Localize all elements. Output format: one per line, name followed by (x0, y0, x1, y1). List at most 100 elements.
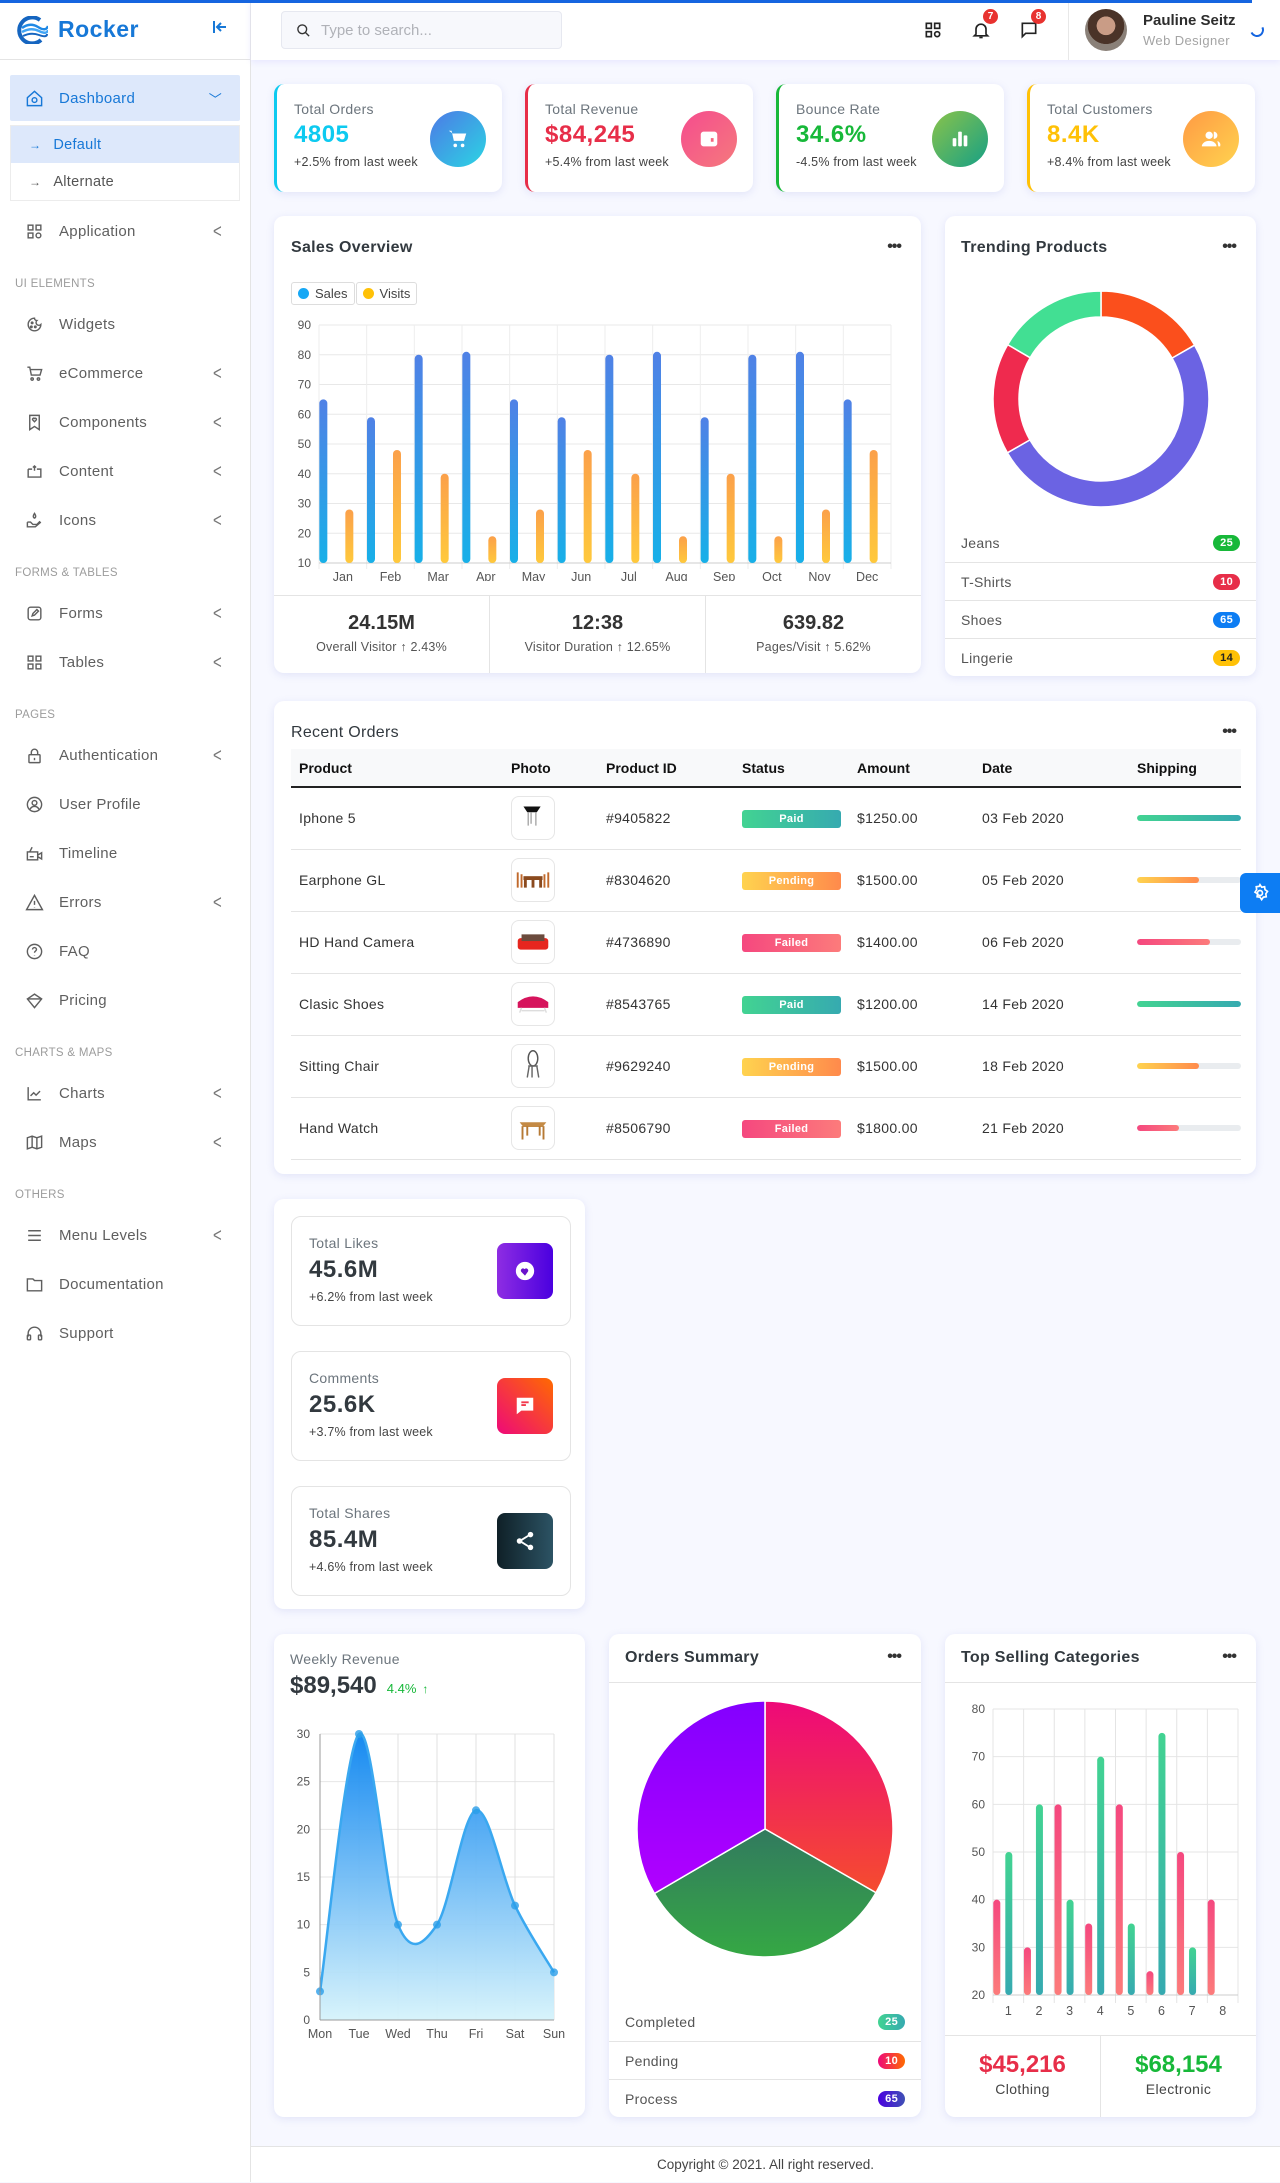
sales-overview-card: Sales Overview ••• Sales Visits 10 20 30 40… (274, 216, 921, 673)
more-options-icon[interactable]: ••• (887, 1648, 902, 1666)
sidebar-item-label: Components (59, 414, 148, 431)
orders-summary-item[interactable]: Completed 25 (609, 2003, 921, 2041)
product-photo (511, 920, 555, 964)
sidebar-item-pricing[interactable]: Pricing (10, 976, 240, 1025)
user-menu[interactable]: Pauline Seitz Web Designer (1068, 0, 1280, 60)
sidebar-item-tables[interactable]: Tables < (10, 638, 240, 687)
x-tick-label: Aug (665, 570, 687, 581)
top-selling-card: Top Selling Categories ••• 20 30 40 50 60 70 8… (945, 1634, 1256, 2117)
product-id: #8506790 (598, 1097, 734, 1160)
sidebar-item-documentation[interactable]: Documentation (10, 1260, 240, 1309)
more-options-icon[interactable]: ••• (1222, 1648, 1237, 1666)
top-selling-summary: $45,216 Clothing $68,154 Electronic (945, 2035, 1256, 2117)
legend-item-visits[interactable]: Visits (355, 282, 418, 305)
edit-icon (24, 604, 44, 624)
legend-item-sales[interactable]: Sales (291, 282, 355, 305)
sidebar-item-errors[interactable]: Errors < (10, 878, 240, 927)
shipping-cell (1129, 849, 1241, 912)
table-row[interactable]: Hand Watch #8506790 Failed $1800.00 21 Feb 2… (291, 1097, 1241, 1160)
sidebar-item-forms[interactable]: Forms < (10, 589, 240, 638)
card-title: Sales Overview (291, 239, 413, 256)
weekly-change: 4.4% (386, 1681, 417, 1696)
summary-clothing: $45,216 Clothing (945, 2036, 1101, 2117)
more-options-icon[interactable]: ••• (1222, 723, 1237, 741)
messages-button[interactable]: 8 (1005, 0, 1053, 60)
data-point (394, 1920, 402, 1929)
search-input[interactable] (321, 21, 541, 39)
y-tick-label: 70 (298, 378, 312, 392)
summary-visitor-duration: 12:38 Visitor Duration ↑ 12.65% (490, 596, 706, 673)
x-tick-label: Sep (713, 570, 735, 581)
table-row[interactable]: Sitting Chair #9629240 Pending $1500.00 18 F… (291, 1035, 1241, 1098)
y-tick-label: 10 (298, 556, 312, 570)
amount: $1800.00 (849, 1097, 974, 1160)
weekly-area-chart: 0 5 10 15 20 25 30 Mon Tue Wed Thu Fri Sat Sun (297, 1727, 566, 2041)
y-tick-label: 20 (298, 526, 312, 540)
x-tick-label: Jan (333, 570, 353, 581)
settings-button[interactable] (1240, 873, 1280, 913)
sidebar-item-label: Documentation (59, 1276, 164, 1293)
sidebar-item-support[interactable]: Support (10, 1309, 240, 1358)
bar-clothing (1115, 1804, 1123, 1995)
trending-item[interactable]: Shoes 65 (945, 600, 1256, 638)
sidebar-item-timeline[interactable]: Timeline (10, 829, 240, 878)
more-options-icon[interactable]: ••• (1222, 238, 1237, 256)
sidebar-item-authentication[interactable]: Authentication < (10, 731, 240, 780)
bar-visits (869, 449, 878, 563)
more-options-icon[interactable]: ••• (887, 238, 902, 256)
chevron-left-icon: < (212, 220, 222, 243)
weekly-title: Weekly Revenue (290, 1651, 400, 1667)
collapse-sidebar-icon[interactable] (210, 20, 230, 39)
sidebar-item-faq[interactable]: FAQ (10, 927, 240, 976)
apps-button[interactable] (909, 0, 957, 60)
trending-item[interactable]: T-Shirts 10 (945, 562, 1256, 600)
group-icon (1183, 111, 1239, 167)
x-tick-label: 1 (1005, 2004, 1012, 2018)
table-row[interactable]: Clasic Shoes #8543765 Paid $1200.00 14 Feb 2… (291, 973, 1241, 1036)
x-tick-label: Sun (543, 2027, 565, 2041)
table-row[interactable]: HD Hand Camera #4736890 Failed $1400.00 06 F… (291, 911, 1241, 974)
summary-value: $68,154 (1135, 2051, 1222, 2078)
table-row[interactable]: Iphone 5 #9405822 Paid $1250.00 03 Feb 2020 (291, 787, 1241, 850)
x-tick-label: 7 (1189, 2004, 1196, 2018)
sidebar-item-charts[interactable]: Charts < (10, 1069, 240, 1118)
sidebar-section-label: FORMS & TABLES (15, 567, 118, 579)
summary-pages-visit: 639.82 Pages/Visit ↑ 5.62% (706, 596, 921, 673)
weekly-value-row: $89,540 4.4% ↑ (290, 1672, 428, 1700)
table-row[interactable]: Earphone GL #8304620 Pending $1500.00 05 Feb… (291, 849, 1241, 912)
orders-summary-item[interactable]: Pending 10 (609, 2041, 921, 2079)
sidebar: Rocker Dashboard ﹀ → Default → Alternate A… (0, 0, 251, 2182)
sidebar-item-content[interactable]: Content < (10, 447, 240, 496)
trending-item[interactable]: Lingerie 14 (945, 638, 1256, 676)
x-tick-label: Wed (385, 2027, 411, 2041)
bar-clothing (1023, 1947, 1031, 1995)
bar-sales (414, 354, 423, 563)
sidebar-item-application[interactable]: Application < (10, 207, 240, 256)
status-cell: Paid (734, 973, 849, 1036)
page-footer: Copyright © 2021. All right reserved. (251, 2146, 1280, 2182)
product-name: Hand Watch (291, 1097, 503, 1160)
sidebar-item-ecommerce[interactable]: eCommerce < (10, 349, 240, 398)
sidebar-item-widgets[interactable]: Widgets (10, 300, 240, 349)
notifications-button[interactable]: 7 (957, 0, 1005, 60)
sidebar-item-components[interactable]: Components < (10, 398, 240, 447)
bar-visits (488, 536, 497, 563)
sidebar-item-icons[interactable]: Icons < (10, 496, 240, 545)
brand-name: Rocker (58, 16, 139, 42)
submenu-item-default[interactable]: → Default (11, 126, 239, 163)
search-box[interactable] (281, 11, 562, 49)
sidebar-item-dashboard[interactable]: Dashboard ﹀ (10, 75, 240, 121)
submenu-item-alternate[interactable]: → Alternate (11, 163, 239, 200)
summary-value: 639.82 (782, 612, 845, 634)
top-selling-bar-chart: 20 30 40 50 60 70 80 1 2 3 4 5 6 7 8 (972, 1702, 1239, 2018)
sidebar-item-user-profile[interactable]: User Profile (10, 780, 240, 829)
column-header: Amount (849, 749, 974, 788)
orders-summary-item[interactable]: Process 65 (609, 2079, 921, 2117)
trending-item[interactable]: Jeans 25 (945, 524, 1256, 562)
chevron-left-icon: < (212, 509, 222, 532)
social-stats-card: Total Likes 45.6M +6.2% from last week Comm… (274, 1199, 585, 1609)
sidebar-item-menu-levels[interactable]: Menu Levels < (10, 1211, 240, 1260)
chevron-down-icon: ﹀ (208, 91, 222, 107)
shipping-progress (1137, 1063, 1241, 1069)
sidebar-item-maps[interactable]: Maps < (10, 1118, 240, 1167)
